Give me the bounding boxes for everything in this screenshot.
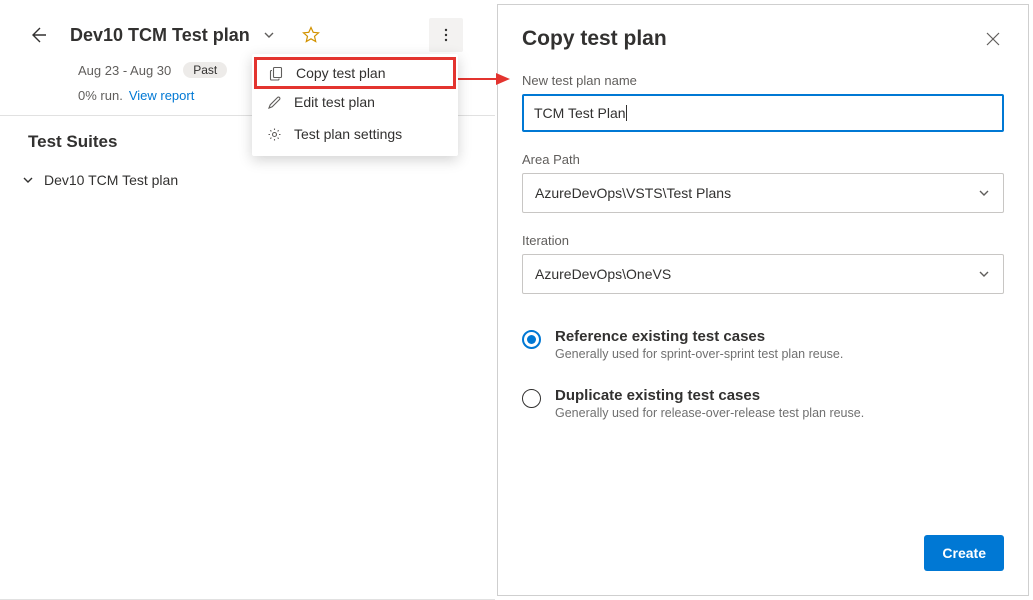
more-vertical-icon (438, 27, 454, 43)
plan-title: Dev10 TCM Test plan (70, 25, 250, 46)
menu-item-label: Edit test plan (294, 94, 375, 110)
radio-duplicate-existing[interactable]: Duplicate existing test cases Generally … (522, 387, 1004, 420)
radio-option-title: Reference existing test cases (555, 328, 843, 345)
iteration-value: AzureDevOps\OneVS (535, 266, 671, 282)
copy-option-group: Reference existing test cases Generally … (522, 328, 1004, 420)
more-options-menu: Copy test plan Edit test plan Test plan … (252, 54, 458, 156)
suite-item[interactable]: Dev10 TCM Test plan (0, 168, 495, 192)
close-icon (985, 31, 1001, 47)
past-badge: Past (183, 62, 227, 78)
dialog-title: Copy test plan (522, 27, 667, 51)
copy-icon (268, 65, 284, 81)
close-button[interactable] (982, 28, 1004, 50)
star-outline-icon (302, 26, 320, 44)
chevron-down-icon (22, 174, 34, 186)
radio-indicator-unchecked (522, 389, 541, 408)
radio-text: Reference existing test cases Generally … (555, 328, 843, 361)
pencil-icon (266, 94, 282, 110)
menu-copy-test-plan[interactable]: Copy test plan (254, 57, 456, 89)
back-button[interactable] (24, 21, 52, 49)
iteration-label: Iteration (522, 233, 1004, 248)
suite-item-label: Dev10 TCM Test plan (44, 172, 178, 188)
radio-reference-existing[interactable]: Reference existing test cases Generally … (522, 328, 1004, 361)
radio-text: Duplicate existing test cases Generally … (555, 387, 864, 420)
name-input-value: TCM Test Plan (534, 105, 626, 121)
chevron-down-icon (262, 28, 276, 42)
radio-indicator-checked (522, 330, 541, 349)
menu-test-plan-settings[interactable]: Test plan settings (252, 118, 458, 150)
copy-test-plan-dialog: Copy test plan New test plan name TCM Te… (497, 4, 1029, 596)
arrow-left-icon (28, 25, 48, 45)
menu-item-label: Test plan settings (294, 126, 402, 142)
iteration-select[interactable]: AzureDevOps\OneVS (522, 254, 1004, 294)
chevron-down-icon (977, 267, 991, 281)
dialog-header: Copy test plan (522, 27, 1004, 51)
menu-item-label: Copy test plan (296, 65, 386, 81)
date-range: Aug 23 - Aug 30 (78, 63, 171, 78)
area-path-value: AzureDevOps\VSTS\Test Plans (535, 185, 731, 201)
text-cursor (626, 105, 627, 121)
chevron-down-icon (977, 186, 991, 200)
name-input[interactable]: TCM Test Plan (522, 94, 1004, 132)
area-path-select[interactable]: AzureDevOps\VSTS\Test Plans (522, 173, 1004, 213)
run-percent: 0% run. (78, 88, 123, 103)
plan-title-chevron[interactable] (262, 28, 276, 42)
menu-edit-test-plan[interactable]: Edit test plan (252, 86, 458, 118)
gear-icon (266, 126, 282, 142)
header-row: Dev10 TCM Test plan (0, 0, 495, 56)
radio-option-desc: Generally used for sprint-over-sprint te… (555, 347, 843, 361)
area-path-label: Area Path (522, 152, 1004, 167)
radio-option-title: Duplicate existing test cases (555, 387, 864, 404)
favorite-button[interactable] (302, 26, 320, 44)
view-report-link[interactable]: View report (129, 88, 195, 103)
create-button[interactable]: Create (924, 535, 1004, 571)
more-options-button[interactable] (429, 18, 463, 52)
radio-option-desc: Generally used for release-over-release … (555, 406, 864, 420)
name-label: New test plan name (522, 73, 1004, 88)
